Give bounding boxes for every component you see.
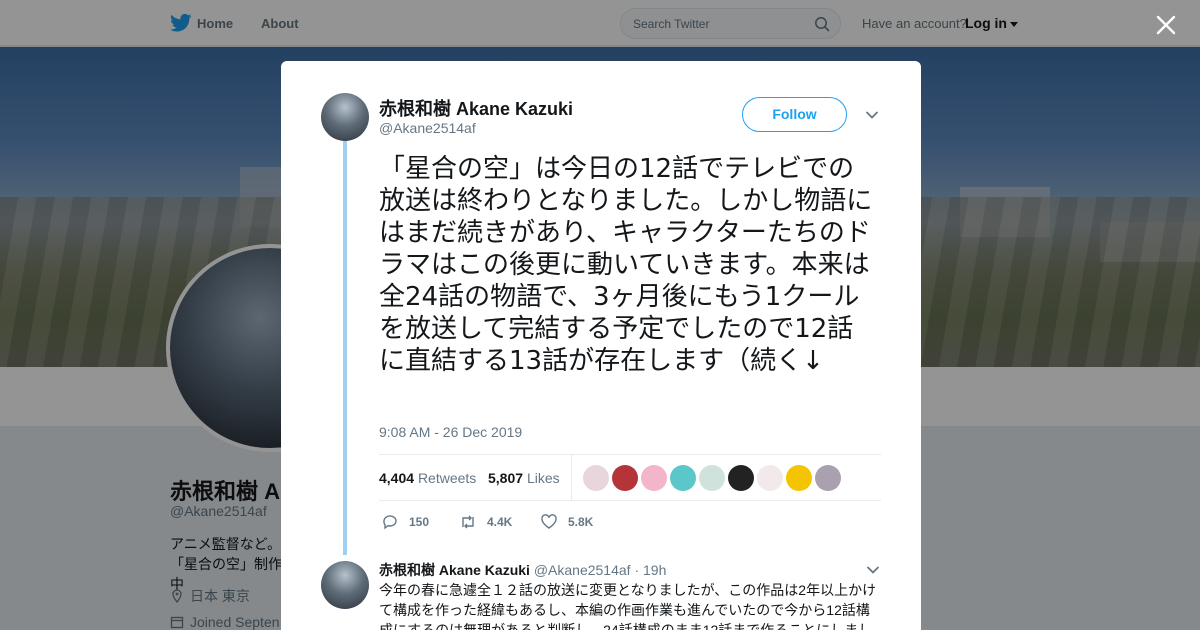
reply-button[interactable]: 150 — [381, 513, 429, 531]
liker-avatar[interactable] — [641, 465, 667, 491]
reply-text: 今年の春に急遽全１２話の放送に変更となりましたが、この作品は2年以上かけて構成を… — [379, 582, 877, 630]
tweet-stats: 4,404 Retweets 5,807 Likes — [379, 454, 881, 501]
author-handle[interactable]: @Akane2514af — [379, 120, 476, 136]
close-icon[interactable] — [1155, 14, 1177, 36]
stat-divider — [571, 455, 572, 501]
reply-author-handle[interactable]: @Akane2514af — [534, 562, 631, 578]
reply-author-avatar[interactable] — [321, 561, 369, 609]
liker-avatar[interactable] — [699, 465, 725, 491]
retweet-action-count: 4.4K — [487, 515, 513, 529]
liker-avatar[interactable] — [757, 465, 783, 491]
liker-avatars — [583, 465, 841, 491]
chevron-down-icon[interactable] — [866, 565, 880, 575]
retweet-stat[interactable]: 4,404 Retweets — [379, 470, 476, 486]
chevron-down-icon[interactable] — [865, 110, 879, 120]
like-stat[interactable]: 5,807 Likes — [488, 470, 560, 486]
liker-avatar[interactable] — [583, 465, 609, 491]
follow-button[interactable]: Follow — [742, 97, 847, 132]
retweet-label: Retweets — [417, 470, 477, 486]
thread-connector — [343, 117, 347, 555]
like-button[interactable]: 5.8K — [540, 513, 593, 531]
reply-icon — [383, 515, 397, 530]
liker-avatar[interactable] — [612, 465, 638, 491]
reply-header: 赤根和樹 Akane Kazuki @Akane2514af · 19h — [379, 560, 666, 580]
liker-avatar[interactable] — [728, 465, 754, 491]
reply-time[interactable]: · 19h — [634, 562, 666, 578]
retweet-count: 4,404 — [379, 470, 415, 486]
reply-count: 150 — [409, 515, 430, 529]
retweet-button[interactable]: 4.4K — [459, 513, 512, 531]
like-label: Likes — [526, 470, 560, 486]
author-avatar[interactable] — [321, 93, 369, 141]
author-name[interactable]: 赤根和樹 Akane Kazuki — [379, 95, 573, 121]
tweet-modal: 赤根和樹 Akane Kazuki @Akane2514af Follow 「星… — [281, 61, 921, 630]
tweet-text: 「星合の空」は今日の12話でテレビでの放送は終わりとなりました。しかし物語にはま… — [379, 154, 873, 376]
liker-avatar[interactable] — [670, 465, 696, 491]
liker-avatar[interactable] — [786, 465, 812, 491]
reply-author-name[interactable]: 赤根和樹 Akane Kazuki — [379, 562, 530, 578]
like-action-count: 5.8K — [568, 515, 594, 529]
liker-avatar[interactable] — [815, 465, 841, 491]
heart-icon — [541, 514, 557, 529]
retweet-icon — [462, 515, 474, 529]
tweet-timestamp[interactable]: 9:08 AM - 26 Dec 2019 — [379, 424, 522, 440]
like-count: 5,807 — [488, 470, 524, 486]
reply-tweet[interactable]: 赤根和樹 Akane Kazuki @Akane2514af · 19h 今年の… — [281, 551, 921, 630]
